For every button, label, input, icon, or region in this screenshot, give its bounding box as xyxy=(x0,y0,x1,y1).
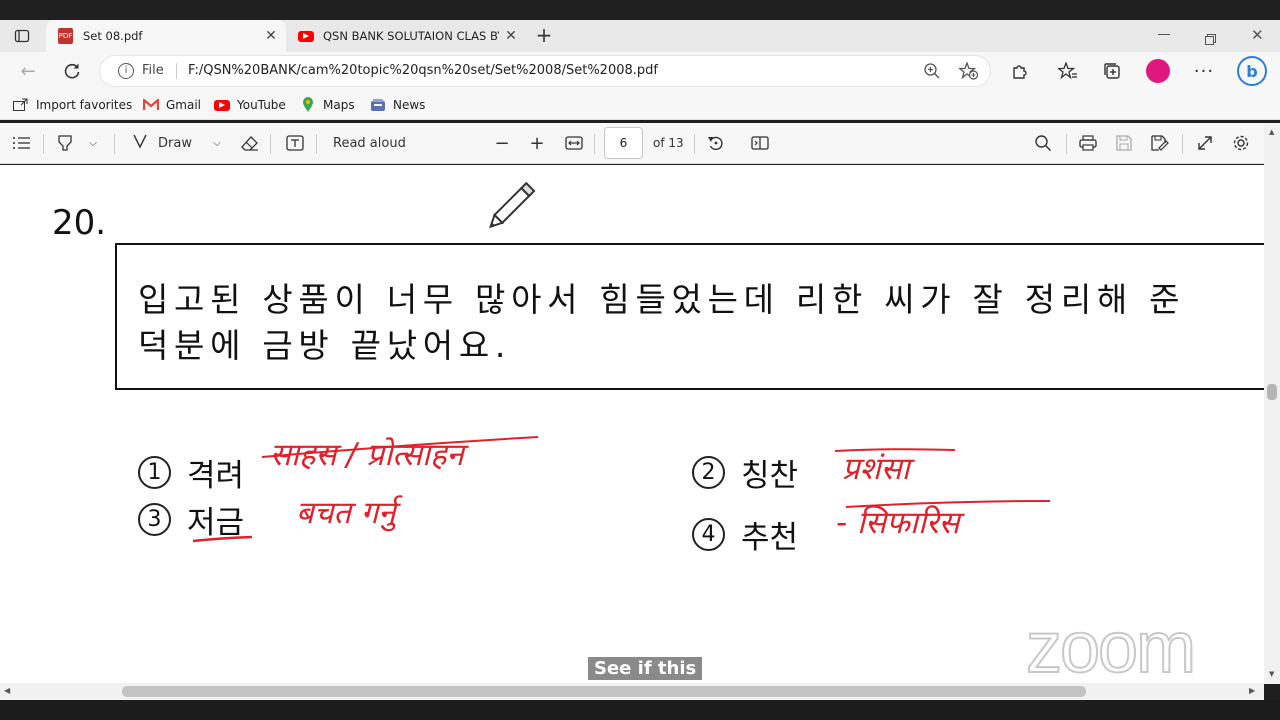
zoom-icon[interactable] xyxy=(923,62,941,84)
maps-icon xyxy=(300,97,316,112)
tab-qsn-bank[interactable]: QSN BANK SOLUTAION CLAS BY ✕ xyxy=(290,20,526,52)
tab-title: QSN BANK SOLUTAION CLAS BY xyxy=(323,29,499,43)
scroll-down-arrow-icon[interactable]: ▼ xyxy=(1269,670,1274,678)
tab-set-08-pdf[interactable]: PDF Set 08.pdf ✕ xyxy=(46,20,286,52)
close-tab-icon[interactable]: ✕ xyxy=(262,27,280,45)
zoom-out-icon[interactable]: − xyxy=(493,132,511,154)
news-icon xyxy=(370,98,386,112)
toolbar-divider xyxy=(594,134,595,154)
scroll-right-arrow-icon[interactable]: ▶ xyxy=(1249,686,1255,695)
bottom-dark-bar xyxy=(0,700,1280,720)
draw-button[interactable]: Draw xyxy=(132,132,196,154)
divider xyxy=(176,63,177,79)
toolbar-divider xyxy=(270,134,271,154)
toolbar-divider xyxy=(1066,134,1067,154)
favorite-youtube[interactable]: YouTube xyxy=(214,96,286,114)
collections-icon[interactable] xyxy=(1098,57,1126,85)
caption-subtitle: See if this xyxy=(588,657,703,680)
back-arrow-icon[interactable]: ← xyxy=(14,57,42,85)
toolbar-divider xyxy=(43,134,44,154)
restore-icon[interactable] xyxy=(1205,30,1216,45)
toolbar-divider xyxy=(114,134,115,154)
search-icon[interactable] xyxy=(1033,132,1053,154)
favorite-gmail[interactable]: Gmail xyxy=(143,96,201,114)
favorite-news[interactable]: News xyxy=(370,96,425,114)
chevron-down-icon[interactable]: ⌵ xyxy=(210,132,224,154)
save-as-icon[interactable] xyxy=(1150,132,1170,154)
horizontal-scrollbar[interactable]: ◀ ▶ xyxy=(0,683,1264,700)
import-icon xyxy=(13,98,29,112)
read-aloud-button[interactable]: Read aloud xyxy=(333,132,406,154)
vertical-scrollbar[interactable]: ▲ ▼ xyxy=(1264,124,1280,684)
tab-actions-icon[interactable] xyxy=(14,28,30,44)
minimize-icon[interactable] xyxy=(1158,34,1170,35)
pdf-file-icon: PDF xyxy=(58,28,73,44)
pdf-toolbar: ⌵ Draw ⌵ Read aloud − + 6 of 13 xyxy=(0,123,1280,164)
rotate-icon[interactable] xyxy=(706,132,726,154)
youtube-icon xyxy=(214,98,230,112)
toolbar-divider xyxy=(316,134,317,154)
page-number-input[interactable]: 6 xyxy=(604,127,643,159)
scroll-up-arrow-icon[interactable]: ▲ xyxy=(1269,128,1274,136)
close-tab-icon[interactable]: ✕ xyxy=(502,27,520,45)
draw-icon xyxy=(132,133,148,153)
favorites-bar: Import favorites Gmail YouTube Maps News xyxy=(0,90,1280,120)
toolbar-divider xyxy=(1182,134,1183,154)
more-menu-icon[interactable]: ··· xyxy=(1190,57,1218,85)
tab-strip: PDF Set 08.pdf ✕ QSN BANK SOLUTAION CLAS… xyxy=(0,20,1280,52)
scrollbar-thumb[interactable] xyxy=(122,686,1086,697)
chevron-down-icon[interactable]: ⌵ xyxy=(86,132,100,154)
eraser-icon[interactable] xyxy=(240,132,260,154)
extensions-icon[interactable] xyxy=(1005,57,1033,85)
add-favorite-icon[interactable] xyxy=(957,61,979,84)
fullscreen-icon[interactable] xyxy=(1195,132,1215,154)
zoom-watermark: zoom xyxy=(1025,607,1197,683)
fit-width-icon[interactable] xyxy=(564,132,584,154)
close-window-icon[interactable]: ✕ xyxy=(1251,26,1264,44)
new-tab-button[interactable]: + xyxy=(534,25,554,45)
page-view-icon[interactable] xyxy=(750,132,770,154)
refresh-icon[interactable] xyxy=(58,57,86,85)
save-icon[interactable] xyxy=(1114,132,1134,154)
highlight-icon[interactable] xyxy=(55,132,75,154)
contents-list-icon[interactable] xyxy=(12,132,32,154)
print-icon[interactable] xyxy=(1078,132,1098,154)
url-text[interactable]: F:/QSN%20BANK/cam%20topic%20qsn%20set/Se… xyxy=(188,63,658,78)
pdf-page[interactable]: 20. 입고된 상품이 너무 많아서 힘들었는데 리한 씨가 잘 정리해 준 덕… xyxy=(0,165,1264,683)
scrollbar-thumb[interactable] xyxy=(1267,384,1277,400)
scroll-left-arrow-icon[interactable]: ◀ xyxy=(4,686,10,695)
favorite-maps[interactable]: Maps xyxy=(300,96,355,114)
profile-avatar[interactable] xyxy=(1144,57,1172,85)
favorite-import[interactable]: Import favorites xyxy=(13,96,132,114)
annotation-strokes xyxy=(192,436,1051,543)
favorites-icon[interactable] xyxy=(1054,57,1082,85)
toolbar-divider xyxy=(694,134,695,154)
top-dark-bar xyxy=(0,0,1280,20)
zoom-in-icon[interactable]: + xyxy=(528,132,546,154)
gmail-icon xyxy=(143,98,159,112)
bing-copilot-icon[interactable]: b xyxy=(1236,55,1268,87)
info-icon[interactable]: i xyxy=(118,63,134,79)
youtube-tab-icon xyxy=(298,30,314,42)
text-box-icon[interactable] xyxy=(285,132,305,154)
site-label: File xyxy=(142,63,164,78)
tab-title: Set 08.pdf xyxy=(83,29,143,43)
settings-gear-icon[interactable] xyxy=(1231,132,1251,154)
page-total: of 13 xyxy=(653,136,684,150)
address-bar[interactable]: i File F:/QSN%20BANK/cam%20topic%20qsn%2… xyxy=(100,56,990,86)
